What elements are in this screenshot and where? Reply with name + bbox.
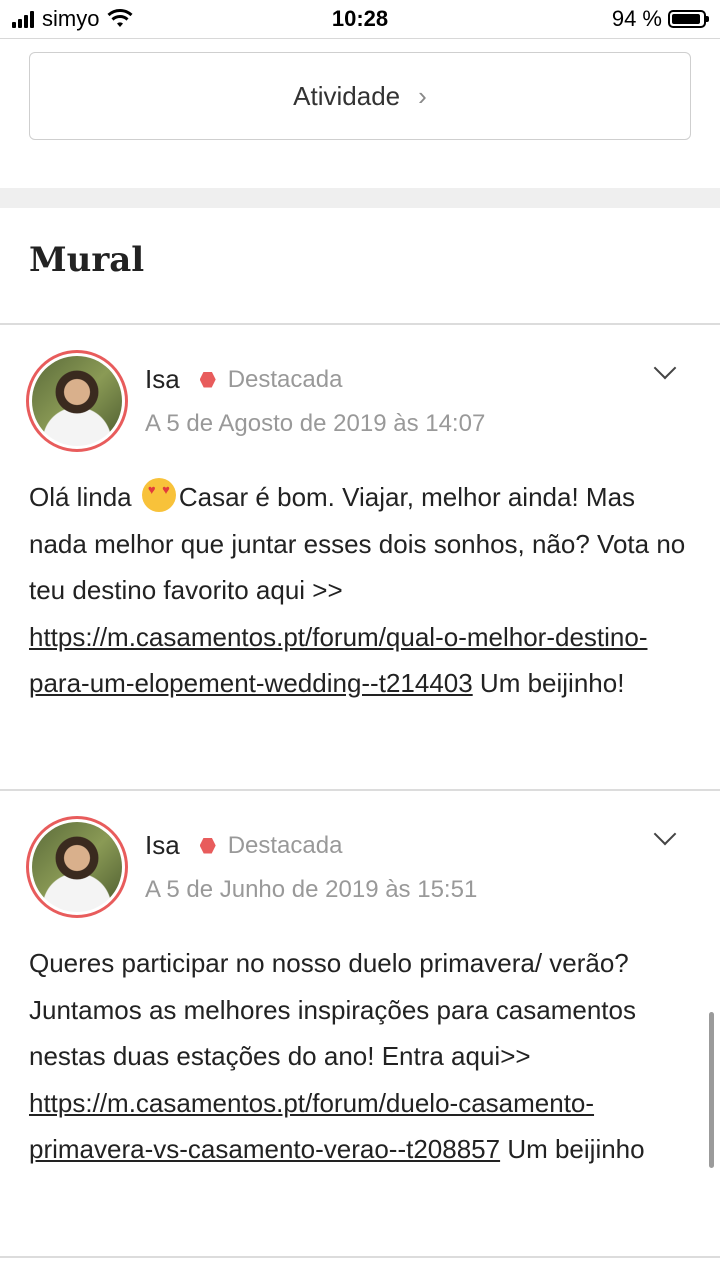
battery-icon — [668, 10, 709, 28]
post-body: Queres participar no nosso duelo primave… — [29, 940, 689, 1173]
post-text: Um beijinho! — [472, 668, 625, 698]
chevron-down-icon[interactable] — [654, 826, 676, 848]
wifi-icon — [107, 9, 133, 27]
status-bar: simyo 10:28 94 % — [0, 0, 720, 38]
post-body: Olá linda Casar é bom. Viajar, melhor ai… — [29, 474, 689, 707]
activity-label: Atividade — [293, 80, 401, 111]
avatar[interactable] — [26, 816, 128, 918]
post-date: A 5 de Agosto de 2019 às 14:07 — [145, 410, 486, 437]
signal-icon — [12, 10, 34, 28]
activity-button[interactable]: Atividade › — [29, 52, 691, 140]
divider — [0, 1256, 720, 1258]
chevron-down-icon[interactable] — [654, 360, 676, 382]
battery-percent: 94 % — [611, 6, 662, 31]
post-text: Olá linda — [29, 482, 139, 512]
heart-eyes-emoji-icon — [141, 478, 176, 512]
featured-badge-label: Destacada — [227, 365, 343, 393]
featured-badge-icon — [199, 837, 216, 854]
post-text: Queres participar no nosso duelo primave… — [29, 948, 636, 1071]
avatar[interactable] — [26, 350, 128, 452]
post-date: A 5 de Junho de 2019 às 15:51 — [145, 876, 478, 903]
featured-badge-icon — [199, 371, 216, 388]
author-name[interactable]: Isa — [145, 364, 180, 395]
chevron-right-icon: › — [418, 80, 427, 111]
section-separator — [0, 188, 720, 208]
mural-post: Isa Destacada A 5 de Agosto de 2019 às 1… — [0, 324, 720, 698]
scrollbar[interactable] — [709, 1012, 714, 1168]
post-text: Um beijinho — [500, 1134, 645, 1164]
author-name[interactable]: Isa — [145, 830, 180, 861]
mural-post: Isa Destacada A 5 de Junho de 2019 às 15… — [0, 790, 720, 1164]
carrier-label: simyo — [42, 6, 100, 31]
featured-badge-label: Destacada — [227, 831, 343, 859]
mural-title: Mural — [29, 240, 145, 280]
status-divider — [0, 38, 720, 39]
